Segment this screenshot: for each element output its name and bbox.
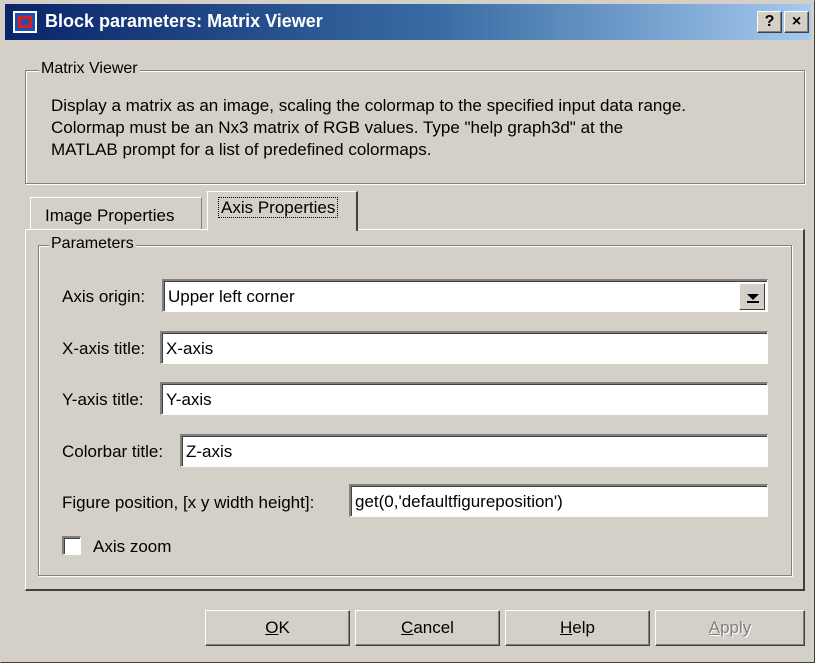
cancel-label: ancel: [413, 618, 454, 637]
y-axis-title-input[interactable]: Y-axis: [160, 382, 768, 415]
axis-zoom-label[interactable]: Axis zoom: [93, 537, 171, 557]
y-axis-title-value: Y-axis: [166, 390, 212, 409]
cancel-mnemonic: C: [401, 618, 414, 637]
ok-label: K: [278, 618, 290, 637]
cancel-button[interactable]: Cancel: [355, 610, 500, 646]
y-axis-title-label: Y-axis title:: [62, 390, 144, 409]
tab-axis-properties[interactable]: Axis Properties: [207, 191, 358, 231]
help-button[interactable]: Help: [505, 610, 650, 646]
colorbar-title-input[interactable]: Z-axis: [180, 434, 768, 467]
apply-label: pply: [720, 618, 752, 637]
x-axis-title-label: X-axis title:: [62, 339, 146, 358]
colorbar-title-label: Colorbar title:: [62, 442, 164, 461]
dialog-window: Block parameters: Matrix Viewer ? × Matr…: [0, 0, 815, 663]
description-text: Display a matrix as an image, scaling th…: [51, 95, 686, 161]
tab-label: Axis Properties: [218, 197, 339, 218]
figure-position-value: get(0,'defaultfigureposition'): [355, 492, 563, 511]
x-axis-title-value: X-axis: [166, 339, 214, 358]
description-group-label: Matrix Viewer: [39, 60, 140, 78]
close-icon: ×: [791, 13, 802, 30]
apply-button[interactable]: Apply: [655, 610, 805, 646]
figure-position-label: Figure position, [x y width height]:: [62, 493, 315, 512]
description-line: Colormap must be an Nx3 matrix of RGB va…: [51, 118, 624, 137]
tab-image-properties[interactable]: Image Properties: [30, 197, 202, 230]
ok-button[interactable]: OK: [205, 610, 350, 646]
axis-origin-select[interactable]: Upper left corner: [162, 279, 768, 312]
help-title-button[interactable]: ?: [757, 11, 782, 33]
colorbar-title-value: Z-axis: [186, 442, 233, 461]
ok-mnemonic: O: [265, 618, 279, 637]
tab-label: Image Properties: [45, 206, 175, 225]
help-mnemonic: H: [560, 618, 573, 637]
axis-zoom-checkbox[interactable]: [62, 536, 81, 555]
description-line: Display a matrix as an image, scaling th…: [51, 96, 687, 115]
figure-position-input[interactable]: get(0,'defaultfigureposition'): [349, 484, 768, 517]
apply-mnemonic: A: [708, 618, 721, 637]
help-label: elp: [572, 618, 595, 637]
title-bar[interactable]: Block parameters: Matrix Viewer ? ×: [5, 4, 811, 40]
axis-origin-value: Upper left corner: [168, 287, 295, 306]
parameters-group-label: Parameters: [49, 235, 136, 253]
axis-origin-label: Axis origin:: [62, 287, 146, 306]
chevron-down-icon[interactable]: [739, 283, 765, 310]
description-line: MATLAB prompt for a list of predefined c…: [51, 140, 432, 159]
simulink-block-icon: [13, 11, 37, 33]
window-title: Block parameters: Matrix Viewer: [45, 11, 323, 31]
close-button[interactable]: ×: [784, 11, 809, 33]
x-axis-title-input[interactable]: X-axis: [160, 331, 768, 364]
